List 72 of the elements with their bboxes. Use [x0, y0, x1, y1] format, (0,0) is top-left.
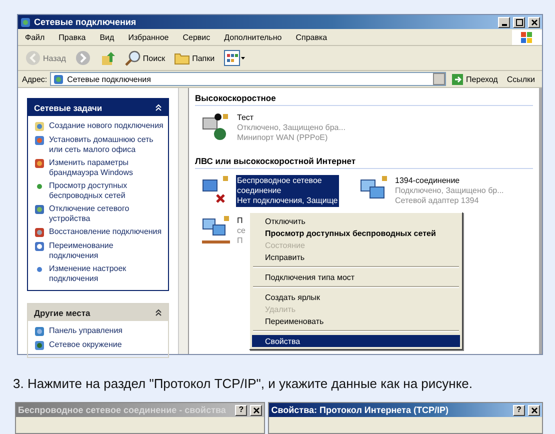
task-icon	[34, 181, 45, 192]
network-connection-icon	[200, 215, 232, 245]
window-title: Свойства: Протокол Интернета (TCP/IP)	[271, 405, 450, 415]
links-button[interactable]: Ссылки	[504, 74, 538, 84]
minimize-button[interactable]	[498, 16, 510, 28]
search-icon	[124, 50, 141, 66]
menu-item[interactable]: Вид	[92, 32, 122, 42]
task-icon	[34, 135, 45, 146]
close-button[interactable]	[528, 404, 540, 416]
menu-item[interactable]: Сервис	[176, 32, 218, 42]
group-header: ЛВС или высокоскоростной Интернет	[195, 156, 533, 169]
task-icon	[34, 264, 45, 275]
connection-label[interactable]: П се П	[236, 215, 246, 247]
address-label: Адрес:	[22, 74, 48, 84]
task-link[interactable]: Сетевое окружение	[34, 340, 164, 351]
task-link[interactable]: Восстановление подключения	[34, 227, 164, 238]
context-menu-item[interactable]: Отключить	[252, 215, 460, 227]
menu-item[interactable]: Правка	[52, 32, 93, 42]
close-icon	[530, 406, 538, 414]
task-link[interactable]: Отключение сетевого устройства	[34, 204, 164, 224]
context-menu-item[interactable]: Переименовать	[252, 315, 460, 327]
folder-up-icon	[100, 50, 116, 66]
task-link[interactable]: Изменение настроек подключения	[34, 264, 164, 284]
context-menu-item[interactable]: Исправить	[252, 251, 460, 263]
view-grid-icon	[224, 50, 246, 66]
task-link[interactable]: Изменить параметры брандмауэра Windows	[34, 158, 164, 178]
go-arrow-icon	[452, 74, 464, 84]
task-icon	[34, 158, 45, 169]
folders-button[interactable]: Папки	[171, 48, 218, 68]
task-icon	[34, 340, 45, 351]
task-icon	[34, 204, 45, 215]
help-button[interactable]: ?	[235, 404, 248, 416]
panel-header[interactable]: Сетевые задачи	[28, 99, 168, 116]
group-header: Высокоскоростное	[195, 93, 533, 106]
go-button[interactable]: Переход	[449, 74, 501, 84]
menu-item[interactable]: Справка	[288, 32, 334, 42]
context-menu-item[interactable]: Просмотр доступных беспроводных сетей	[252, 227, 460, 239]
task-icon	[34, 326, 45, 337]
windows-flag-logo	[512, 30, 542, 44]
help-button[interactable]: ?	[513, 404, 525, 416]
close-icon	[530, 18, 538, 26]
task-icon	[34, 121, 45, 132]
maximize-icon	[514, 18, 524, 26]
close-button[interactable]	[250, 404, 262, 416]
scrollbar[interactable]	[178, 88, 189, 354]
chevron-icon	[155, 104, 162, 111]
search-button[interactable]: Поиск	[122, 48, 168, 68]
instruction-text: 3. Нажмите на раздел "Протокол TCP/IP", и укажите данные как на рисунке.	[13, 376, 474, 391]
chevron-icon	[155, 309, 162, 316]
minimize-icon	[502, 24, 506, 26]
task-link[interactable]: Создание нового подключения	[34, 121, 164, 132]
menu-item[interactable]: Дополнительно	[217, 32, 289, 42]
connection-label[interactable]: Беспроводное сетевое соединение Нет подключения, Защище	[236, 175, 339, 207]
context-menu-item[interactable]: Подключения типа мост	[252, 271, 460, 283]
close-icon	[252, 406, 261, 414]
task-link[interactable]: Переименование подключения	[34, 241, 164, 261]
address-field[interactable]: Сетевые подключения	[50, 72, 446, 86]
context-menu-item[interactable]: Создать ярлык	[252, 291, 460, 303]
menu-item[interactable]: Избранное	[121, 32, 176, 42]
close-button[interactable]	[528, 16, 540, 28]
maximize-button[interactable]	[513, 16, 525, 28]
context-menu-item[interactable]: Свойства	[252, 335, 460, 347]
window-title: Сетевые подключения	[34, 17, 138, 27]
task-icon	[34, 227, 45, 238]
connection-label[interactable]: Тест Отключено, Защищено бра... Минипорт WAN (PPPoE)	[236, 112, 346, 144]
panel-header[interactable]: Другие места	[28, 304, 168, 321]
menu-item[interactable]: Файл	[18, 32, 52, 42]
task-icon	[34, 241, 45, 252]
connection-label[interactable]: 1394-соединение Подключено, Защищено бр... Сетевой адаптер 1394	[394, 175, 505, 207]
task-link[interactable]: Панель управления	[34, 326, 164, 337]
task-link[interactable]: Установить домашнюю сеть или сеть малого офиса	[34, 135, 164, 155]
task-link[interactable]: Просмотр доступных беспроводных сетей	[34, 181, 164, 201]
